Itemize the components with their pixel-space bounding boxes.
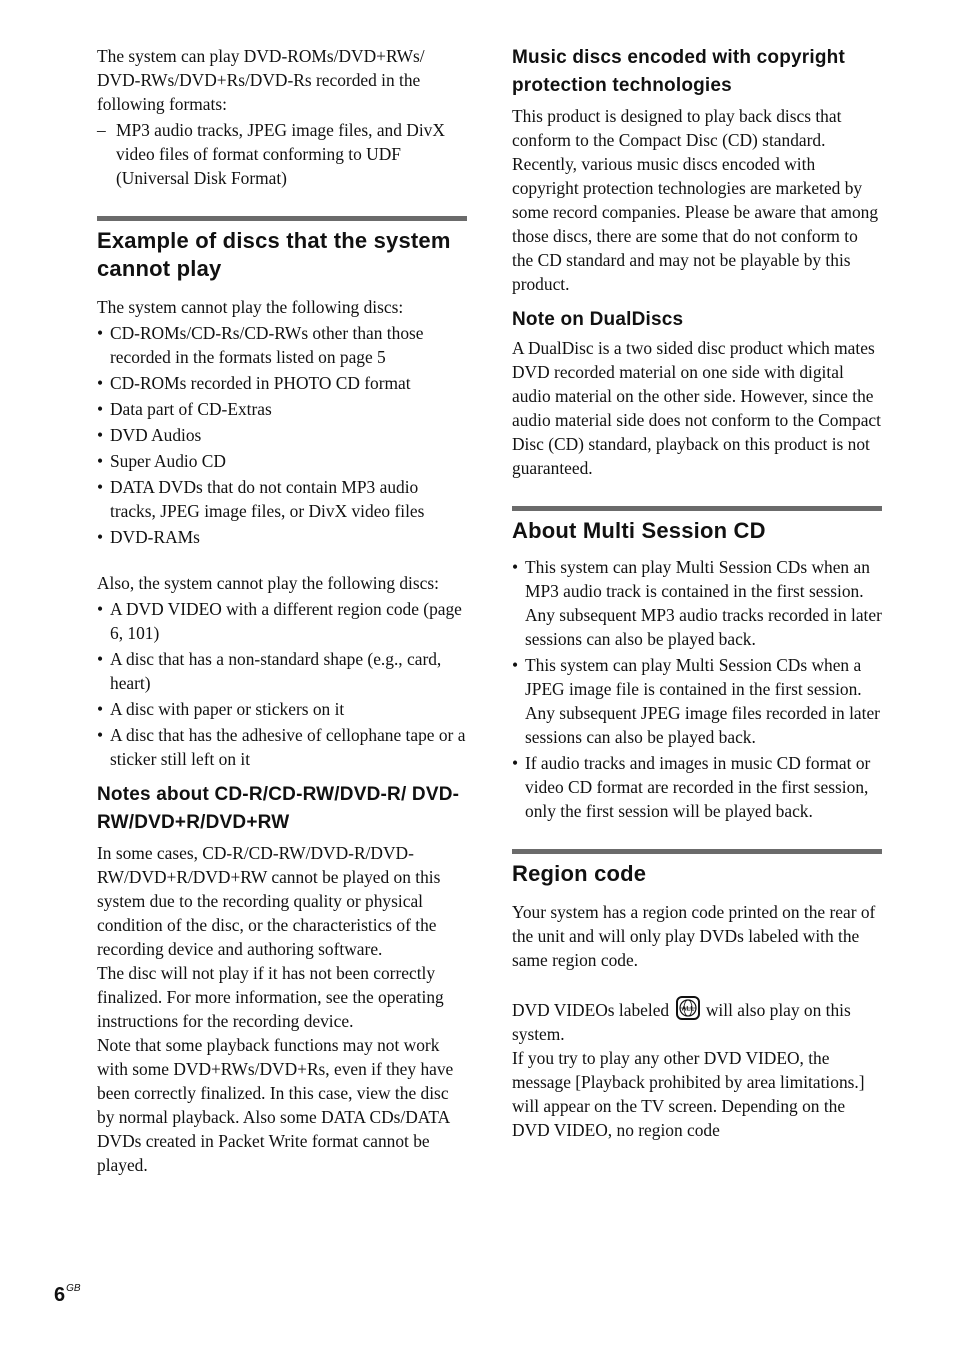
notes-cdr-paragraph: In some cases, CD-R/CD-RW/DVD-R/DVD-RW/D… — [97, 843, 441, 959]
region-all-paragraph: DVD VIDEOs labeled ALL will also play on… — [512, 996, 882, 1046]
list-item: A DVD VIDEO with a different region code… — [97, 597, 467, 645]
list-item: A disc that has a non-standard shape (e.… — [97, 647, 467, 695]
all-region-globe-icon: ALL — [675, 996, 700, 1020]
list-item: A disc that has the adhesive of cellopha… — [97, 723, 467, 771]
notes-cdr-paragraph: Note that some playback functions may no… — [97, 1035, 454, 1175]
list-item: This system can play Multi Session CDs w… — [512, 653, 882, 749]
dualdiscs-body: A DualDisc is a two sided disc product w… — [512, 338, 881, 478]
cannot-play-lead: The system cannot play the following dis… — [97, 297, 404, 317]
section-divider — [97, 216, 467, 221]
right-column: Music discs encoded with copyright prote… — [512, 44, 882, 1142]
list-item: DATA DVDs that do not contain MP3 audio … — [97, 475, 467, 523]
section-heading-cannot-play: Example of discs that the system cannot … — [97, 228, 451, 281]
section-heading-region-code: Region code — [512, 861, 647, 886]
list-item: MP3 audio tracks, JPEG image files, and … — [97, 118, 467, 190]
list-item: DVD-RAMs — [97, 525, 467, 549]
page-number: 6GB — [54, 1283, 81, 1307]
list-item: CD-ROMs recorded in PHOTO CD format — [97, 371, 467, 395]
list-item: A disc with paper or stickers on it — [97, 697, 467, 721]
left-column: The system can play DVD-ROMs/DVD+RWs/ DV… — [97, 44, 467, 1177]
list-item: Data part of CD-Extras — [97, 397, 467, 421]
list-item: This system can play Multi Session CDs w… — [512, 555, 882, 651]
region-all-text-before: DVD VIDEOs labeled — [512, 1000, 670, 1020]
section-heading-music-discs: Music discs encoded with copyright prote… — [512, 47, 846, 96]
list-item: CD-ROMs/CD-Rs/CD-RWs other than those re… — [97, 321, 467, 369]
section-heading-notes-cdr: Notes about CD-R/CD-RW/DVD-R/ DVD-RW/DVD… — [97, 784, 460, 833]
page-number-value: 6 — [54, 1284, 66, 1306]
section-divider — [512, 849, 882, 854]
region-code-body: Your system has a region code printed on… — [512, 902, 876, 970]
also-cannot-play-list: A DVD VIDEO with a different region code… — [97, 597, 467, 771]
section-heading-multi-session: About Multi Session CD — [512, 518, 766, 543]
list-item: DVD Audios — [97, 423, 467, 447]
music-discs-body: This product is designed to play back di… — [512, 106, 879, 294]
list-item: Super Audio CD — [97, 449, 467, 473]
notes-cdr-paragraph: The disc will not play if it has not bee… — [97, 963, 444, 1031]
all-icon-label: ALL — [681, 1006, 694, 1013]
cannot-play-list: CD-ROMs/CD-Rs/CD-RWs other than those re… — [97, 321, 467, 549]
page-number-suffix: GB — [66, 1283, 81, 1294]
formats-intro: The system can play DVD-ROMs/DVD+RWs/ DV… — [97, 46, 425, 114]
also-cannot-play-lead: Also, the system cannot play the followi… — [97, 573, 439, 593]
section-heading-dualdiscs: Note on DualDiscs — [512, 309, 684, 330]
region-code-tail: If you try to play any other DVD VIDEO, … — [512, 1048, 865, 1140]
multi-session-list: This system can play Multi Session CDs w… — [512, 555, 882, 823]
section-divider — [512, 506, 882, 511]
list-item: If audio tracks and images in music CD f… — [512, 751, 882, 823]
formats-list: MP3 audio tracks, JPEG image files, and … — [97, 118, 467, 190]
